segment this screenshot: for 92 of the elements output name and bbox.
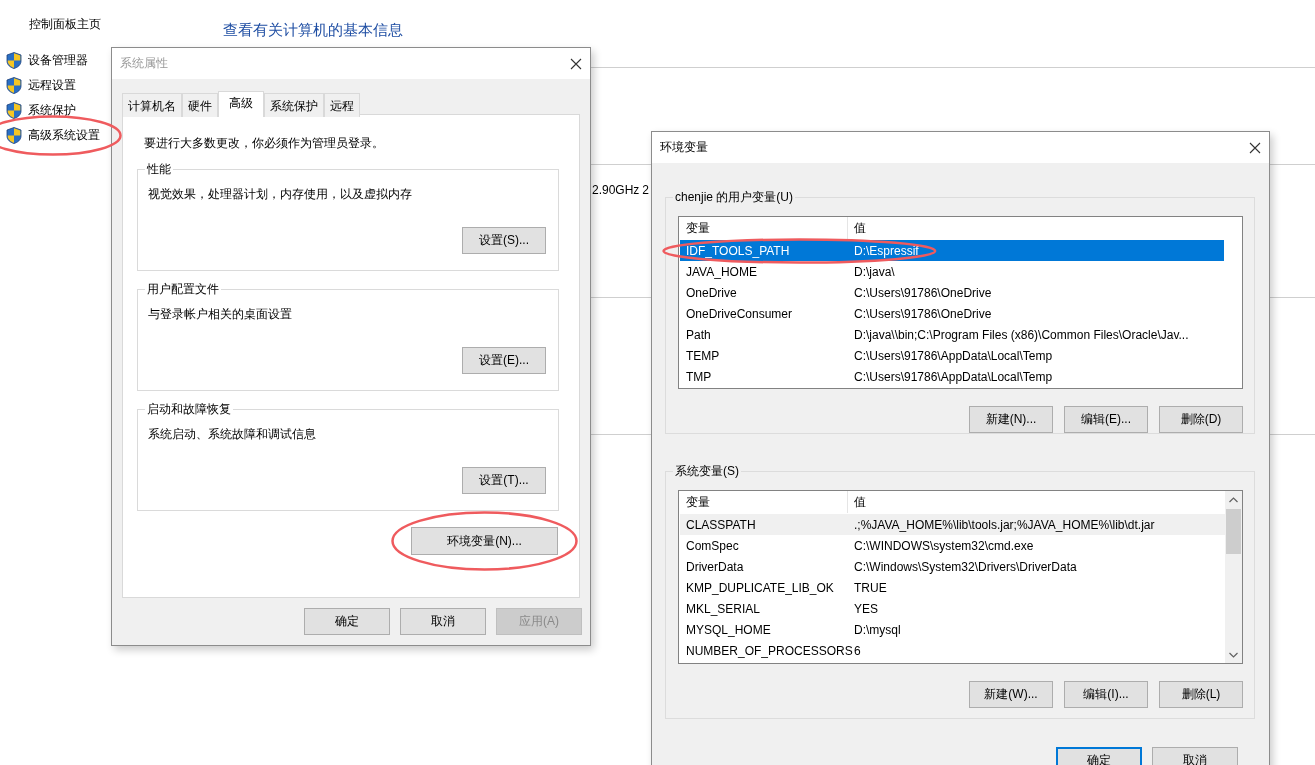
column-header[interactable]: 值 <box>848 491 1225 513</box>
page-heading: 查看有关计算机的基本信息 <box>223 21 403 40</box>
column-header[interactable]: 值 <box>848 217 1224 239</box>
table-cell-text: C:\Users\91786\AppData\Local\Temp <box>853 369 1054 384</box>
home-link[interactable]: 控制面板主页 <box>6 16 223 33</box>
list-button[interactable]: 删除(D) <box>1159 406 1243 433</box>
info-text: 2 <box>642 183 650 199</box>
shield-icon <box>6 77 22 94</box>
settings-button[interactable]: 设置(E)... <box>462 347 546 374</box>
table-cell-text: C:\Users\91786\OneDrive <box>853 285 993 300</box>
dialog-button[interactable]: 确定 <box>304 608 390 635</box>
task-link[interactable]: 远程设置 <box>28 77 76 94</box>
list-button[interactable]: 编辑(E)... <box>1064 406 1148 433</box>
table-cell-text: D:\java\ <box>853 264 896 279</box>
table-cell-text: D:\java\\bin;C:\Program Files (x86)\Common Files\Oracle\Jav... <box>853 327 1190 342</box>
table-cell-text: CLASSPATH <box>685 517 757 532</box>
list-row[interactable]: MYSQL_HOME D:\mysql <box>680 619 1225 640</box>
list-row[interactable]: MKL_SERIAL YES <box>680 598 1225 619</box>
task-link[interactable]: 系统保护 <box>28 102 76 119</box>
notice-text: 要进行大多数更改，你必须作为管理员登录。 <box>143 135 385 152</box>
window-title: 系统属性 <box>120 55 168 72</box>
shield-icon <box>6 52 22 69</box>
info-text: 2.90GHz <box>592 183 640 199</box>
settings-button[interactable]: 设置(S)... <box>462 227 546 254</box>
tab[interactable]: 硬件 <box>182 93 218 117</box>
list-row[interactable]: KMP_DUPLICATE_LIB_OK TRUE <box>680 577 1225 598</box>
close-icon <box>1249 141 1261 154</box>
table-cell-text: OneDrive <box>685 285 738 300</box>
task-link[interactable]: 设备管理器 <box>28 52 88 69</box>
group-title: 性能 <box>145 161 173 178</box>
list-row[interactable]: ComSpec C:\WINDOWS\system32\cmd.exe <box>680 535 1225 556</box>
table-cell-text: C:\Users\91786\AppData\Local\Temp <box>853 348 1054 363</box>
shield-icon <box>6 102 22 119</box>
list-row[interactable]: NUMBER_OF_PROCESSORS6 <box>680 640 1225 661</box>
table-cell-text: IDF_TOOLS_PATH <box>685 243 791 258</box>
tab[interactable]: 计算机名 <box>122 93 182 117</box>
list-button[interactable]: 新建(N)... <box>969 406 1053 433</box>
dialog-button[interactable]: 确定 <box>1056 747 1142 765</box>
table-cell-text: TMP <box>685 369 713 384</box>
table-cell-text: C:\Users\91786\OneDrive <box>853 306 993 321</box>
settings-button[interactable]: 设置(T)... <box>462 467 546 494</box>
table-cell-text: TEMP <box>685 348 721 363</box>
dialog-button[interactable]: 取消 <box>1152 747 1238 765</box>
table-cell-text: OneDriveConsumer <box>685 306 794 321</box>
tab[interactable]: 高级 <box>218 91 264 117</box>
list-row[interactable]: TMP C:\Users\91786\AppData\Local\Temp <box>680 366 1224 387</box>
table-cell-text: KMP_DUPLICATE_LIB_OK <box>685 580 835 595</box>
dialog-button[interactable]: 取消 <box>400 608 486 635</box>
column-header[interactable]: 变量 <box>680 217 848 239</box>
window-title: 环境变量 <box>660 139 708 156</box>
list-row[interactable]: DriverData C:\Windows\System32\Drivers\DriverData <box>680 556 1225 577</box>
table-cell-text: ComSpec <box>685 538 740 553</box>
list-row[interactable]: JAVA_HOME D:\java\ <box>680 261 1224 282</box>
group-title: 用户配置文件 <box>145 281 221 298</box>
table-cell-text: .;%JAVA_HOME%\lib\tools.jar;%JAVA_HOME%\lib\dt.jar <box>853 517 1156 532</box>
list-button[interactable]: 删除(L) <box>1159 681 1243 708</box>
list-row[interactable]: Path D:\java\\bin;C:\Program Files (x86)\Common Files\Oracle\Jav... <box>680 324 1224 345</box>
list-row[interactable]: TEMP C:\Users\91786\AppData\Local\Temp <box>680 345 1224 366</box>
close-icon <box>570 57 582 70</box>
group-description: 系统启动、系统故障和调试信息 <box>148 426 317 443</box>
list-row[interactable]: OneDriveConsumer C:\Users\91786\OneDrive <box>680 303 1224 324</box>
table-cell-text: C:\Windows\System32\Drivers\DriverData <box>853 559 1078 574</box>
tab[interactable]: 系统保护 <box>264 93 324 117</box>
list-row[interactable]: CLASSPATH .;%JAVA_HOME%\lib\tools.jar;%JAVA_HOME%\lib\dt.jar <box>680 514 1225 535</box>
list-button[interactable]: 编辑(I)... <box>1064 681 1148 708</box>
environment-variables-button[interactable]: 环境变量(N)... <box>411 527 558 555</box>
column-header[interactable]: 变量 <box>680 491 848 513</box>
list-row[interactable]: OneDrive C:\Users\91786\OneDrive <box>680 282 1224 303</box>
table-cell-text: C:\WINDOWS\system32\cmd.exe <box>853 538 1035 553</box>
table-cell-text: MKL_SERIAL <box>685 601 762 616</box>
table-cell-text: D:\mysql <box>853 622 902 637</box>
table-cell-text: JAVA_HOME <box>685 264 758 279</box>
group-title: chenjie 的用户变量(U) <box>673 189 796 206</box>
scrollbar[interactable] <box>1225 491 1242 663</box>
shield-icon <box>6 127 22 144</box>
table-cell-text: TRUE <box>853 580 888 595</box>
table-cell-text: Path <box>685 327 712 342</box>
group-title: 系统变量(S) <box>673 463 741 480</box>
table-cell-text: D:\Espressif <box>853 243 920 258</box>
table-cell-text: MYSQL_HOME <box>685 622 772 637</box>
scroll-up-icon <box>1229 496 1238 503</box>
table-cell-text: YES <box>853 601 879 616</box>
list-row[interactable]: IDF_TOOLS_PATH D:\Espressif <box>680 240 1224 261</box>
scroll-down-icon <box>1229 651 1238 658</box>
table-cell-text: DriverData <box>685 559 745 574</box>
group-description: 与登录帐户相关的桌面设置 <box>148 306 293 323</box>
scrollbar-thumb[interactable] <box>1226 509 1241 554</box>
tab[interactable]: 远程 <box>324 93 360 117</box>
list-button[interactable]: 新建(W)... <box>969 681 1053 708</box>
table-cell-text: 6 <box>853 643 862 658</box>
group-title: 启动和故障恢复 <box>145 401 233 418</box>
group-description: 视觉效果，处理器计划，内存使用，以及虚拟内存 <box>148 186 413 203</box>
